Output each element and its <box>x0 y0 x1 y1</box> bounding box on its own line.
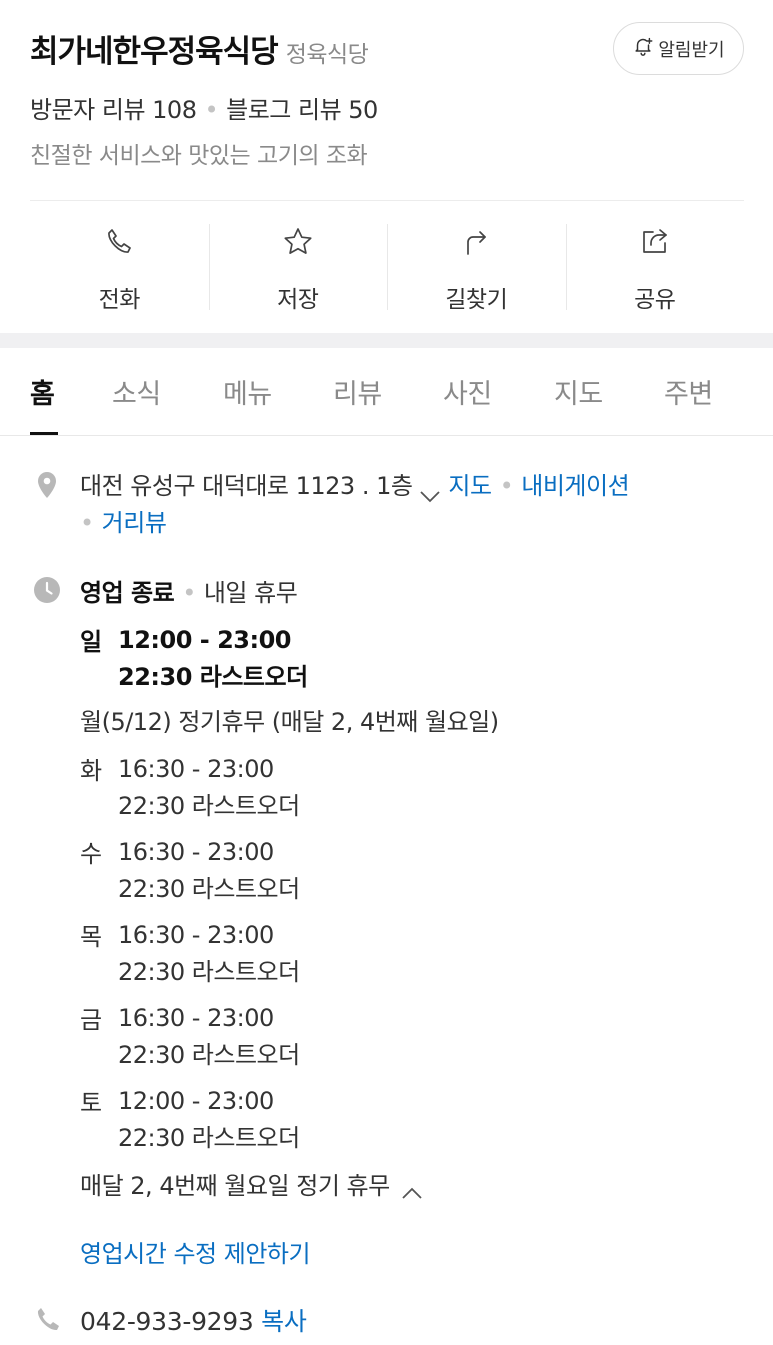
hours-row-thursday: 목 16:30 - 23:00 22:30 라스트오더 <box>80 917 740 991</box>
star-icon <box>282 222 314 262</box>
day-label: 금 <box>80 1006 102 1034</box>
hours-row-wednesday: 수 16:30 - 23:00 22:30 라스트오더 <box>80 834 740 908</box>
address-text: 대전 유성구 대덕대로 1123 . 1층 <box>80 472 413 500</box>
business-status: 영업 종료 <box>80 579 175 607</box>
location-pin-icon <box>32 470 62 500</box>
call-label: 전화 <box>98 287 141 313</box>
directions-button[interactable]: 길찾기 <box>387 222 566 313</box>
last-order: 22:30 라스트오더 <box>118 1124 300 1152</box>
visitor-reviews-link[interactable]: 방문자 리뷰 108 <box>30 96 197 124</box>
last-order: 22:30 라스트오더 <box>118 1041 300 1069</box>
map-link[interactable]: 지도 <box>448 472 492 500</box>
share-label: 공유 <box>634 287 676 313</box>
blog-reviews-link[interactable]: 블로그 리뷰 50 <box>226 96 378 124</box>
alarm-button[interactable]: 알림받기 <box>613 22 744 75</box>
hours-row-sunday: 일 12:00 - 23:00 22:30 라스트오더 <box>80 622 740 696</box>
hours-time: 16:30 - 23:00 <box>118 838 274 866</box>
call-button[interactable]: 전화 <box>30 222 209 313</box>
regular-holiday-toggle[interactable]: 매달 2, 4번째 월요일 정기 휴무 <box>80 1166 430 1201</box>
action-bar: 전화 저장 길찾기 공유 <box>30 222 745 313</box>
address-row: 대전 유성구 대덕대로 1123 . 1층 지도 • 내비게이션 • 거리뷰 <box>80 468 720 542</box>
directions-icon <box>460 222 492 262</box>
tab-menu[interactable]: 메뉴 <box>223 372 272 411</box>
tab-reviews[interactable]: 리뷰 <box>333 372 382 411</box>
chevron-up-icon <box>400 1179 424 1199</box>
tab-map[interactable]: 지도 <box>554 372 603 411</box>
directions-label: 길찾기 <box>445 287 508 313</box>
share-button[interactable]: 공유 <box>565 222 745 313</box>
tab-nearby[interactable]: 주변 <box>664 372 713 411</box>
suggest-hours-edit-link[interactable]: 영업시간 수정 제안하기 <box>80 1234 311 1269</box>
separator-dot: • <box>499 472 514 500</box>
phone-number[interactable]: 042-933-9293 <box>80 1307 254 1336</box>
last-order: 22:30 라스트오더 <box>118 792 300 820</box>
hours-list: 일 12:00 - 23:00 22:30 라스트오더 월(5/12) 정기휴무 … <box>80 622 740 1157</box>
last-order: 22:30 라스트오더 <box>118 875 300 903</box>
active-tab-indicator <box>30 432 58 435</box>
hours-time: 16:30 - 23:00 <box>118 921 274 949</box>
hours-time: 12:00 - 23:00 <box>118 1087 274 1115</box>
street-view-link[interactable]: 거리뷰 <box>102 509 167 537</box>
share-icon <box>639 222 671 262</box>
tab-news[interactable]: 소식 <box>112 372 161 411</box>
day-label: 일 <box>80 628 102 656</box>
place-title: 최가네한우정육식당 정육식당 <box>30 26 369 71</box>
hours-row-saturday: 토 12:00 - 23:00 22:30 라스트오더 <box>80 1083 740 1157</box>
day-label: 목 <box>80 923 102 951</box>
day-label: 토 <box>80 1089 102 1117</box>
hours-time: 12:00 - 23:00 <box>118 626 291 654</box>
phone-row: 042-933-9293 복사 <box>80 1302 307 1338</box>
regular-holiday-text: 매달 2, 4번째 월요일 정기 휴무 <box>80 1172 390 1200</box>
separator-dot: • <box>204 96 219 124</box>
save-label: 저장 <box>277 287 319 313</box>
business-status-row[interactable]: 영업 종료 • 내일 휴무 <box>80 573 298 608</box>
navigation-link[interactable]: 내비게이션 <box>521 472 629 500</box>
review-counts: 방문자 리뷰 108 • 블로그 리뷰 50 <box>30 90 378 125</box>
day-label: 화 <box>80 757 102 785</box>
hours-row-friday: 금 16:30 - 23:00 22:30 라스트오더 <box>80 1000 740 1074</box>
last-order: 22:30 라스트오더 <box>118 958 300 986</box>
phone-icon <box>103 222 135 262</box>
place-name: 최가네한우정육식당 <box>30 34 279 70</box>
clock-icon <box>32 575 62 605</box>
next-open-info: 내일 휴무 <box>203 579 298 607</box>
divider <box>30 200 744 201</box>
tab-bar: 홈 소식 메뉴 리뷰 사진 지도 주변 <box>0 348 773 436</box>
alarm-label: 알림받기 <box>658 39 725 61</box>
hours-row-tuesday: 화 16:30 - 23:00 22:30 라스트오더 <box>80 751 740 825</box>
copy-phone-button[interactable]: 복사 <box>261 1307 307 1336</box>
place-category: 정육식당 <box>285 42 369 68</box>
place-description: 친절한 서비스와 맛있는 고기의 조화 <box>30 143 368 169</box>
hours-time: 16:30 - 23:00 <box>118 1004 274 1032</box>
chevron-down-icon[interactable] <box>418 479 442 503</box>
separator-dot: • <box>80 509 94 537</box>
day-label: 수 <box>80 840 102 868</box>
holiday-row-monday: 월(5/12) 정기휴무 (매달 2, 4번째 월요일) <box>80 708 499 736</box>
section-separator <box>0 333 773 348</box>
last-order: 22:30 라스트오더 <box>118 663 308 691</box>
save-button[interactable]: 저장 <box>208 222 388 313</box>
tab-home[interactable]: 홈 <box>30 372 55 411</box>
bell-plus-icon <box>632 35 654 62</box>
hours-time: 16:30 - 23:00 <box>118 755 274 783</box>
separator-dot: • <box>182 579 196 607</box>
tab-photos[interactable]: 사진 <box>443 372 492 411</box>
phone-small-icon <box>33 1305 63 1335</box>
